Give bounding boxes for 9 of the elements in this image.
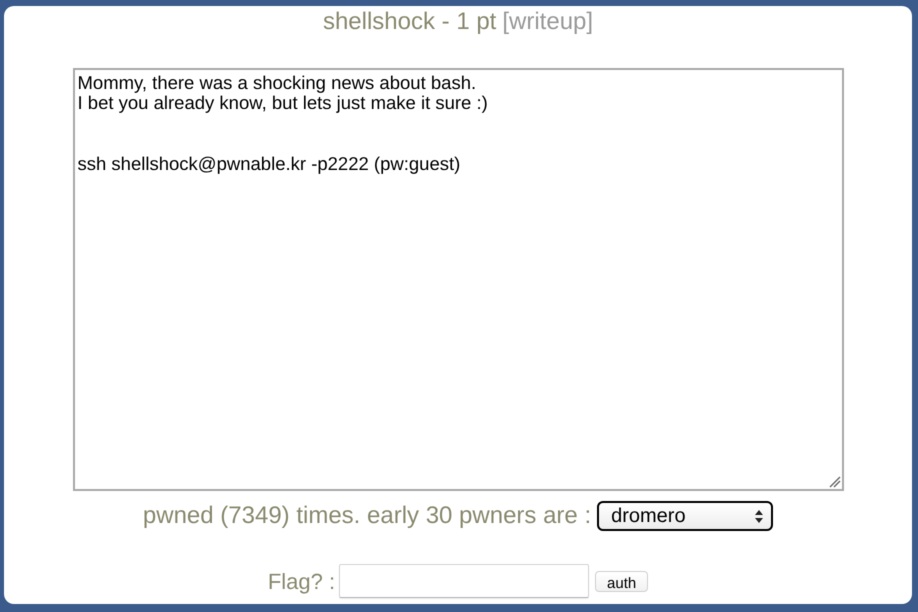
auth-button[interactable]: auth — [595, 571, 648, 592]
resize-grip-icon[interactable] — [828, 476, 840, 488]
flag-input-field[interactable] — [339, 564, 590, 598]
challenge-title: shellshock - 1 pt — [322, 7, 496, 37]
flag-label: Flag? : — [268, 568, 336, 596]
up-down-caret-icon — [755, 510, 764, 522]
description-textarea[interactable]: Mommy, there was a shocking news about bash. I bet you already know, but lets just make it sure :) ssh shellshock@pwnable.kr -p2222 (pw:guest) — [72, 68, 844, 491]
pwned-count-label: pwned (7349) times. early 30 pwners are : — [142, 501, 592, 531]
pwners-select[interactable]: dromero — [597, 501, 774, 531]
